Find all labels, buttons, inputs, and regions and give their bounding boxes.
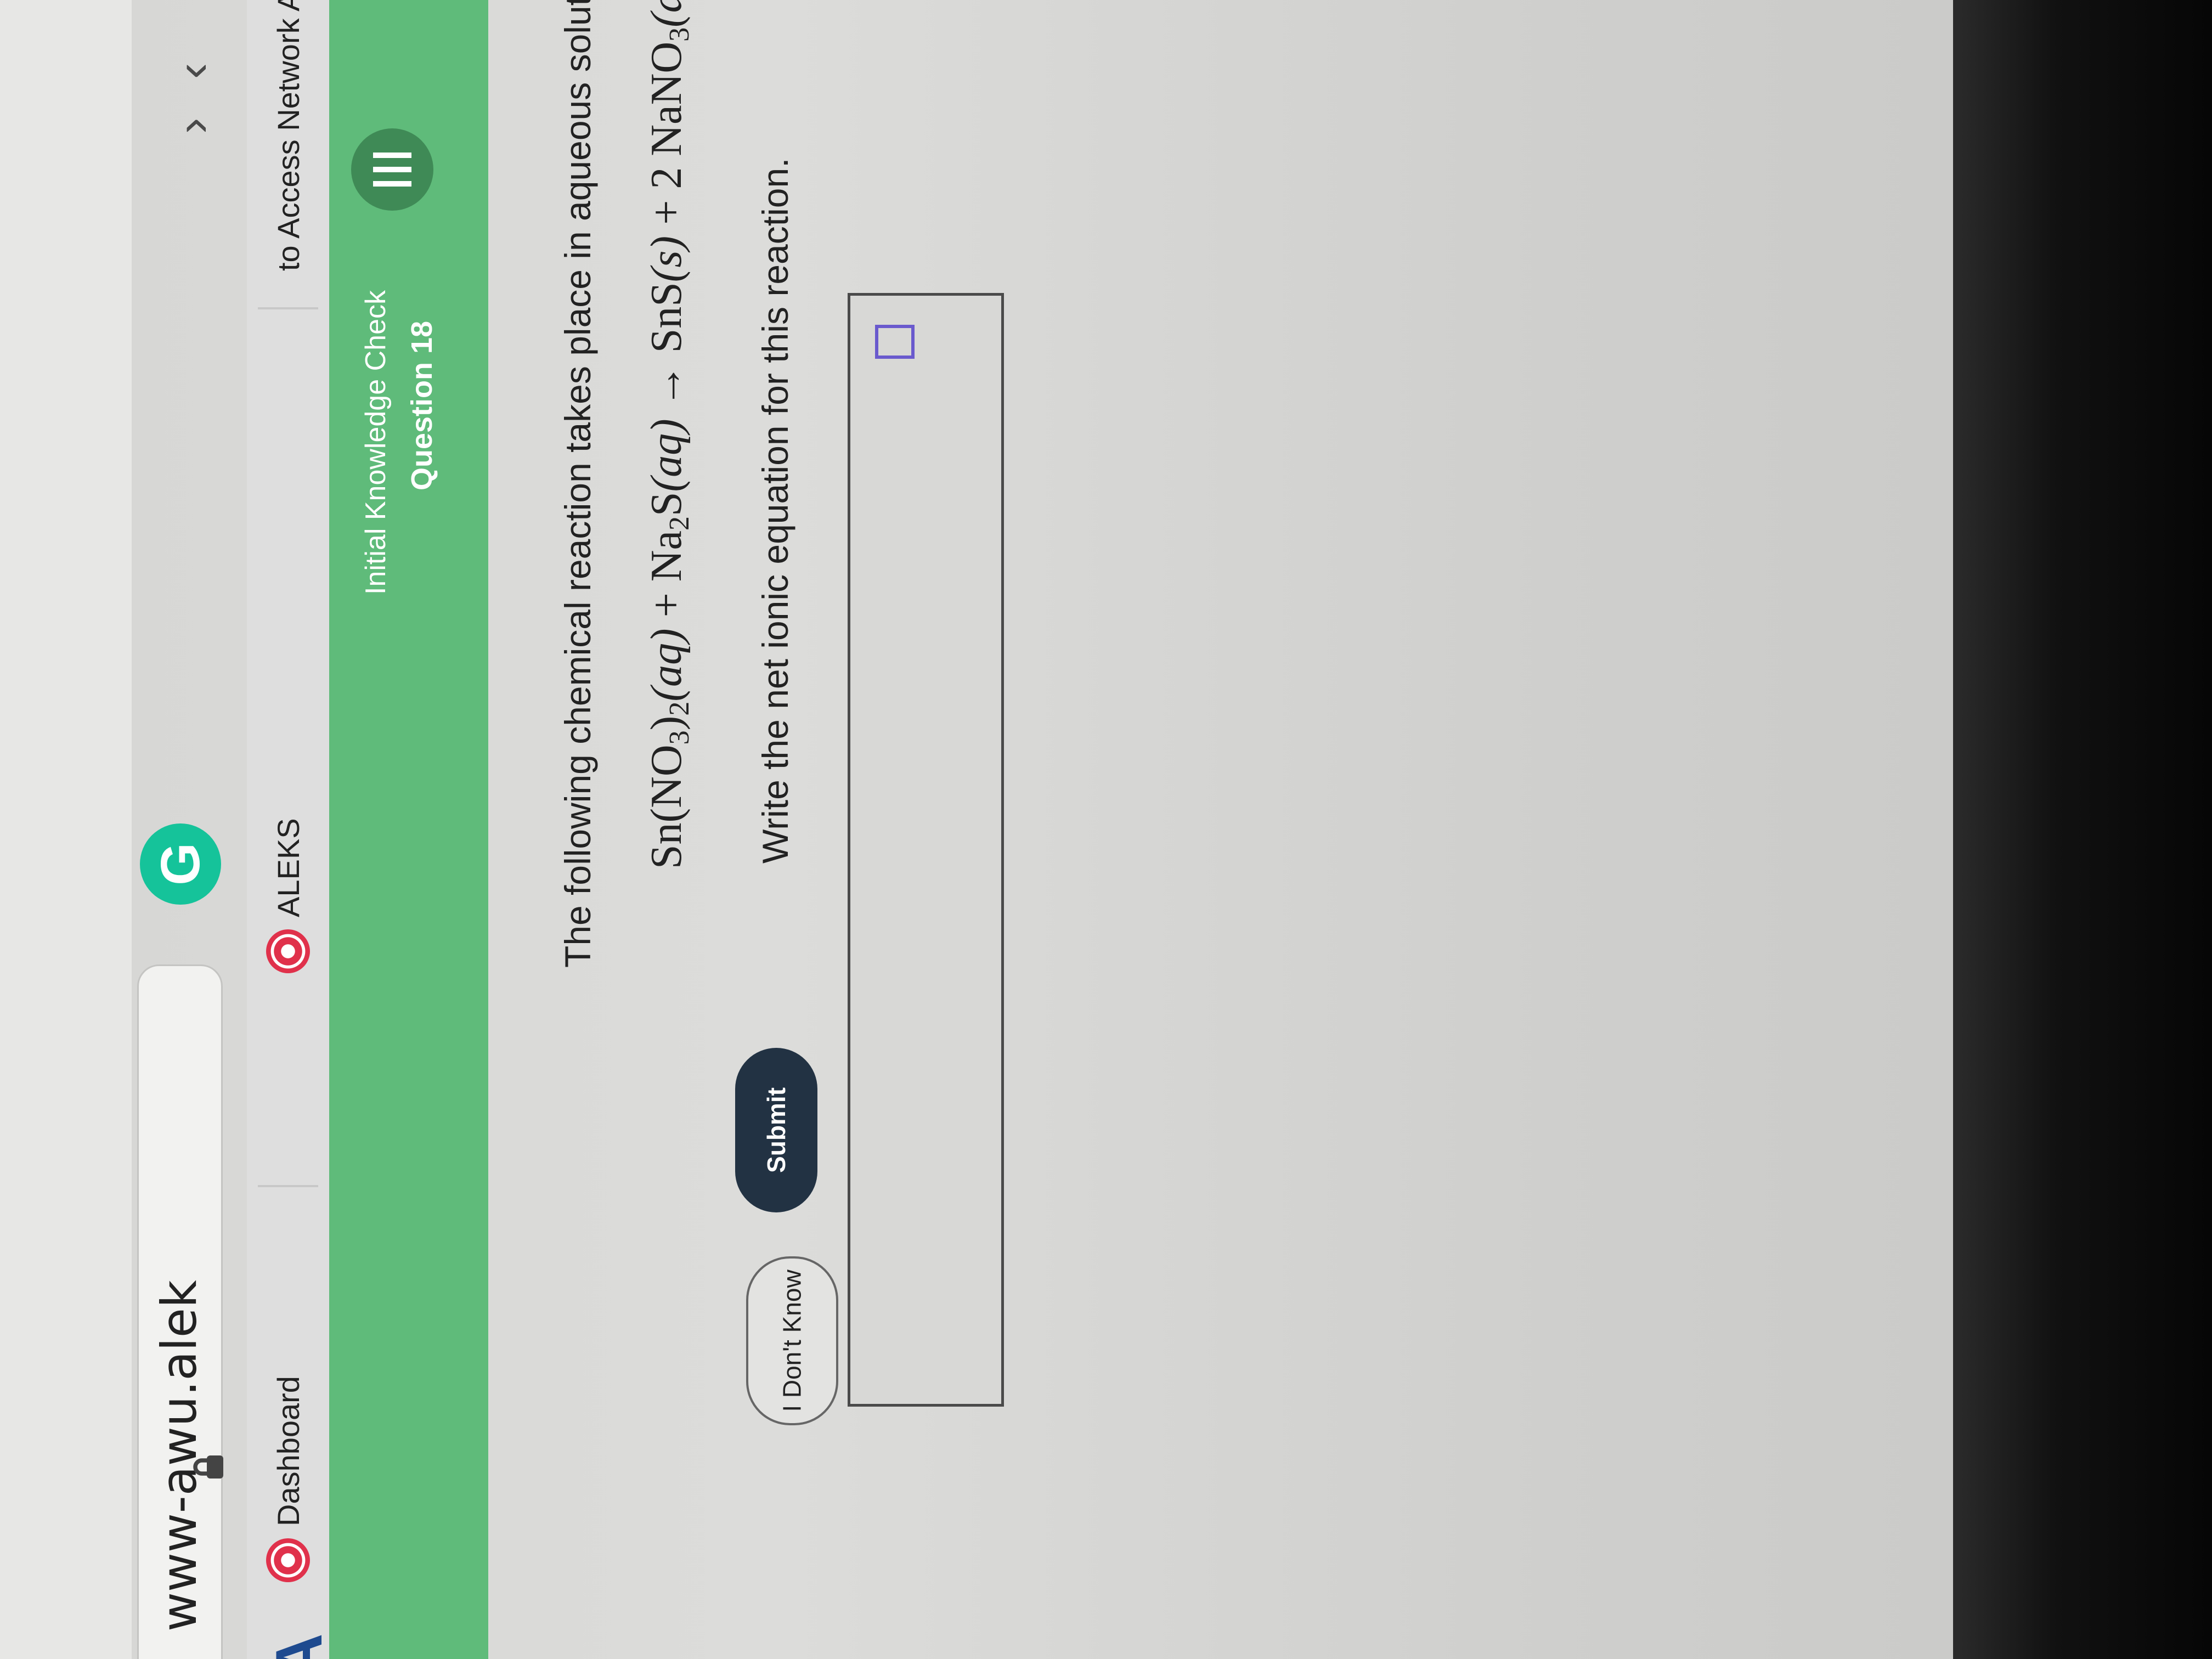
submit-button[interactable]: Submit xyxy=(735,1048,817,1212)
eq-coefficient: 2 xyxy=(642,167,691,189)
browser-chrome xyxy=(0,0,132,1659)
eq-term: ) xyxy=(642,715,691,731)
question-number: Question 18 xyxy=(405,320,438,490)
tab-divider xyxy=(258,1185,318,1187)
tab-label: A xyxy=(262,1633,336,1659)
eq-term: Na xyxy=(642,530,691,582)
monitor-bezel xyxy=(1953,0,2212,1659)
eq-plus: + xyxy=(642,592,691,618)
tab-label: ALEKS xyxy=(270,818,306,917)
question-intro: The following chemical reaction takes pl… xyxy=(557,0,598,968)
eq-term: NaNO xyxy=(642,41,691,156)
aleks-logo-icon xyxy=(266,929,310,973)
eq-state: (aq) xyxy=(642,419,691,492)
dont-know-button[interactable]: I Don't Know xyxy=(746,1256,838,1425)
assessment-header xyxy=(329,0,488,1659)
eq-state: (aq) xyxy=(642,0,691,27)
chevron-left-icon[interactable]: ‹ xyxy=(165,63,221,79)
tab-dashboard[interactable]: Dashboard xyxy=(247,1376,329,1582)
eq-term: SnS xyxy=(642,282,691,353)
eq-subscript: 3 xyxy=(664,730,695,745)
tab-label: Dashboard xyxy=(270,1376,306,1526)
chevron-right-icon[interactable]: › xyxy=(165,118,221,134)
grammarly-icon[interactable]: G xyxy=(140,823,221,905)
screen: ‹ › www-awu.alek G to Access Network App… xyxy=(0,0,2212,1659)
answer-input[interactable] xyxy=(848,293,1004,1407)
submit-label: Submit xyxy=(762,1087,791,1173)
eq-subscript: 2 xyxy=(664,701,695,716)
question-prompt: Write the net ionic equation for this re… xyxy=(755,157,795,864)
eq-term: S xyxy=(642,492,691,516)
menu-bar-icon xyxy=(373,153,411,158)
text-cursor-placeholder xyxy=(875,325,915,359)
lock-icon xyxy=(193,1455,223,1479)
tab-partial[interactable]: A xyxy=(258,1633,340,1659)
eq-arrow: → xyxy=(642,364,691,408)
eq-state: (s) xyxy=(642,235,691,283)
menu-button[interactable] xyxy=(351,128,433,211)
tab-aleks[interactable]: ALEKS xyxy=(247,818,329,973)
tab-divider xyxy=(258,307,318,309)
assessment-title: Initial Knowledge Check xyxy=(360,290,392,595)
eq-subscript: 2 xyxy=(664,516,695,531)
dont-know-label: I Don't Know xyxy=(778,1269,807,1412)
browser-page: ‹ › www-awu.alek G to Access Network App… xyxy=(0,0,1953,1659)
eq-plus: + xyxy=(642,200,691,225)
tab-label: to Access Network Applica... xyxy=(270,0,306,271)
aleks-logo-icon xyxy=(266,1538,310,1582)
eq-subscript: 3 xyxy=(664,27,695,42)
eq-state: (aq) xyxy=(642,628,691,702)
menu-bar-icon xyxy=(373,181,411,187)
menu-bar-icon xyxy=(373,167,411,172)
chemical-equation: Sn(NO3)2(aq) + Na2S(aq) → SnS(s) + 2 NaN… xyxy=(642,0,696,869)
tab-access-network[interactable]: to Access Network Applica... xyxy=(247,0,329,271)
eq-term: Sn(NO xyxy=(642,744,691,869)
